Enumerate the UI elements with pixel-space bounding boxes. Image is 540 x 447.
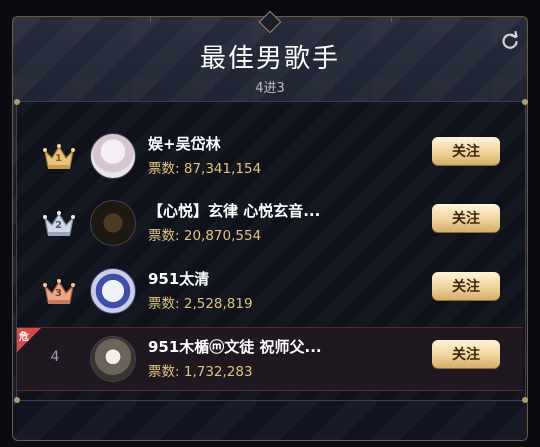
- vote-count: 票数: 1,732,283: [148, 360, 253, 380]
- follow-button[interactable]: 关注: [432, 272, 500, 300]
- panel-corner-dot: [14, 99, 20, 105]
- gold-crown-icon: 1: [42, 143, 76, 171]
- vote-count: 票数: 2,528,819: [148, 292, 253, 312]
- page-title: 最佳男歌手: [199, 44, 340, 74]
- contestant-name: 951木楯ⓜ文徒 祝师父...: [148, 338, 322, 356]
- follow-button[interactable]: 关注: [432, 340, 500, 368]
- bronze-crown-icon: 3: [42, 278, 76, 306]
- panel-corner-dot: [522, 397, 528, 403]
- vote-label: 票数:: [148, 296, 180, 312]
- round-subtitle: 4进3: [255, 81, 285, 96]
- rank-number: 3: [55, 288, 62, 299]
- vote-label: 票数:: [148, 228, 180, 244]
- rank-number: 2: [55, 220, 62, 231]
- contestant-name: 【心悦】玄律 心悦玄音...: [148, 202, 321, 220]
- rank-number: 1: [55, 153, 62, 164]
- ranking-row[interactable]: 3 951太清 票数: 2,528,819 关注: [22, 260, 522, 322]
- vote-label: 票数:: [148, 161, 180, 177]
- vote-value: 2,528,819: [183, 296, 253, 312]
- vote-value: 1,732,283: [183, 364, 253, 380]
- follow-button[interactable]: 关注: [432, 137, 500, 165]
- vote-label: 票数:: [148, 364, 180, 380]
- vote-value: 20,870,554: [183, 228, 262, 244]
- panel-corner-dot: [522, 99, 528, 105]
- ranking-row[interactable]: 2 【心悦】玄律 心悦玄音... 票数: 20,870,554 关注: [22, 192, 522, 254]
- silver-crown-icon: 2: [42, 210, 76, 238]
- refresh-icon[interactable]: [500, 30, 520, 51]
- ranking-row[interactable]: 1 娱+吴岱林 票数: 87,341,154 关注: [22, 125, 522, 187]
- contestant-name: 951太清: [148, 270, 210, 288]
- vote-count: 票数: 20,870,554: [148, 224, 261, 244]
- vote-value: 87,341,154: [183, 161, 262, 177]
- panel-corner-dot: [14, 397, 20, 403]
- follow-button[interactable]: 关注: [432, 204, 500, 232]
- avatar[interactable]: [90, 268, 136, 314]
- contestant-name: 娱+吴岱林: [148, 135, 221, 153]
- avatar[interactable]: [90, 133, 136, 179]
- vote-count: 票数: 87,341,154: [148, 157, 261, 177]
- rank-number: 4: [50, 349, 60, 365]
- ranking-row[interactable]: 危 4 951木楯ⓜ文徒 祝师父... 票数: 1,732,283 关注: [17, 327, 523, 391]
- avatar[interactable]: [90, 200, 136, 246]
- avatar[interactable]: [90, 336, 136, 382]
- danger-label: 危: [19, 332, 29, 343]
